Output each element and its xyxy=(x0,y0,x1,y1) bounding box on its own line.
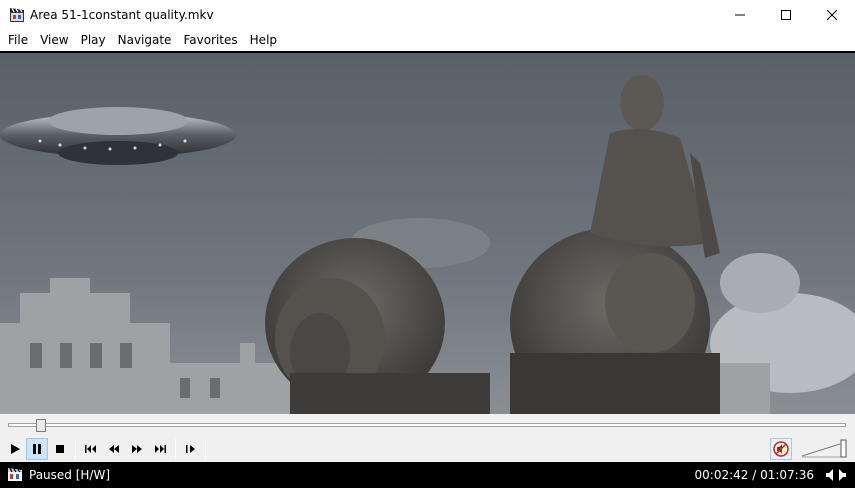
frame-step-icon xyxy=(186,445,195,453)
close-button[interactable] xyxy=(809,0,855,30)
seek-bar-area xyxy=(0,414,855,436)
play-icon xyxy=(11,444,20,454)
status-bar: Paused [H/W] 00:02:42 / 01:07:36 xyxy=(0,462,855,488)
volume-slider-icon xyxy=(801,439,847,458)
video-frame[interactable] xyxy=(0,51,855,414)
rewind-button[interactable] xyxy=(103,438,125,460)
title-bar: Area 51-1constant quality.mkv xyxy=(0,0,855,30)
skip-forward-button[interactable] xyxy=(149,438,171,460)
separator xyxy=(75,439,76,459)
stop-icon xyxy=(56,445,64,453)
menu-navigate[interactable]: Navigate xyxy=(112,30,178,51)
menu-file[interactable]: File xyxy=(2,30,34,51)
playback-state: Paused [H/W] xyxy=(29,468,111,482)
video-image xyxy=(0,53,855,414)
menu-view[interactable]: View xyxy=(34,30,74,51)
volume-slider[interactable] xyxy=(800,438,848,460)
seek-track[interactable] xyxy=(8,423,846,427)
menu-favorites[interactable]: Favorites xyxy=(177,30,243,51)
audio-channels-icon[interactable] xyxy=(825,468,847,482)
skip-forward-icon xyxy=(155,445,166,453)
mute-icon xyxy=(773,441,789,457)
close-icon xyxy=(827,10,837,20)
maximize-button[interactable] xyxy=(763,0,809,30)
pause-icon xyxy=(33,444,41,454)
minimize-icon xyxy=(735,14,745,16)
fast-forward-icon xyxy=(132,445,142,453)
clapperboard-icon[interactable] xyxy=(9,7,25,23)
skip-back-button[interactable] xyxy=(80,438,102,460)
skip-back-icon xyxy=(85,445,96,453)
window-title: Area 51-1constant quality.mkv xyxy=(30,8,214,22)
fast-forward-button[interactable] xyxy=(126,438,148,460)
rewind-icon xyxy=(109,445,119,453)
separator xyxy=(175,439,176,459)
play-button[interactable] xyxy=(4,438,26,460)
pause-button[interactable] xyxy=(26,438,48,460)
separator xyxy=(205,439,206,459)
menu-play[interactable]: Play xyxy=(75,30,112,51)
mute-button[interactable] xyxy=(770,438,792,460)
maximize-icon xyxy=(781,10,791,20)
clapperboard-icon xyxy=(8,468,22,481)
stop-button[interactable] xyxy=(49,438,71,460)
minimize-button[interactable] xyxy=(717,0,763,30)
time-display[interactable]: 00:02:42 / 01:07:36 xyxy=(695,468,814,482)
seek-thumb[interactable] xyxy=(36,419,47,432)
menu-bar: File View Play Navigate Favorites Help xyxy=(0,30,855,51)
menu-help[interactable]: Help xyxy=(244,30,283,51)
frame-step-button[interactable] xyxy=(180,438,202,460)
control-bar xyxy=(0,436,855,462)
